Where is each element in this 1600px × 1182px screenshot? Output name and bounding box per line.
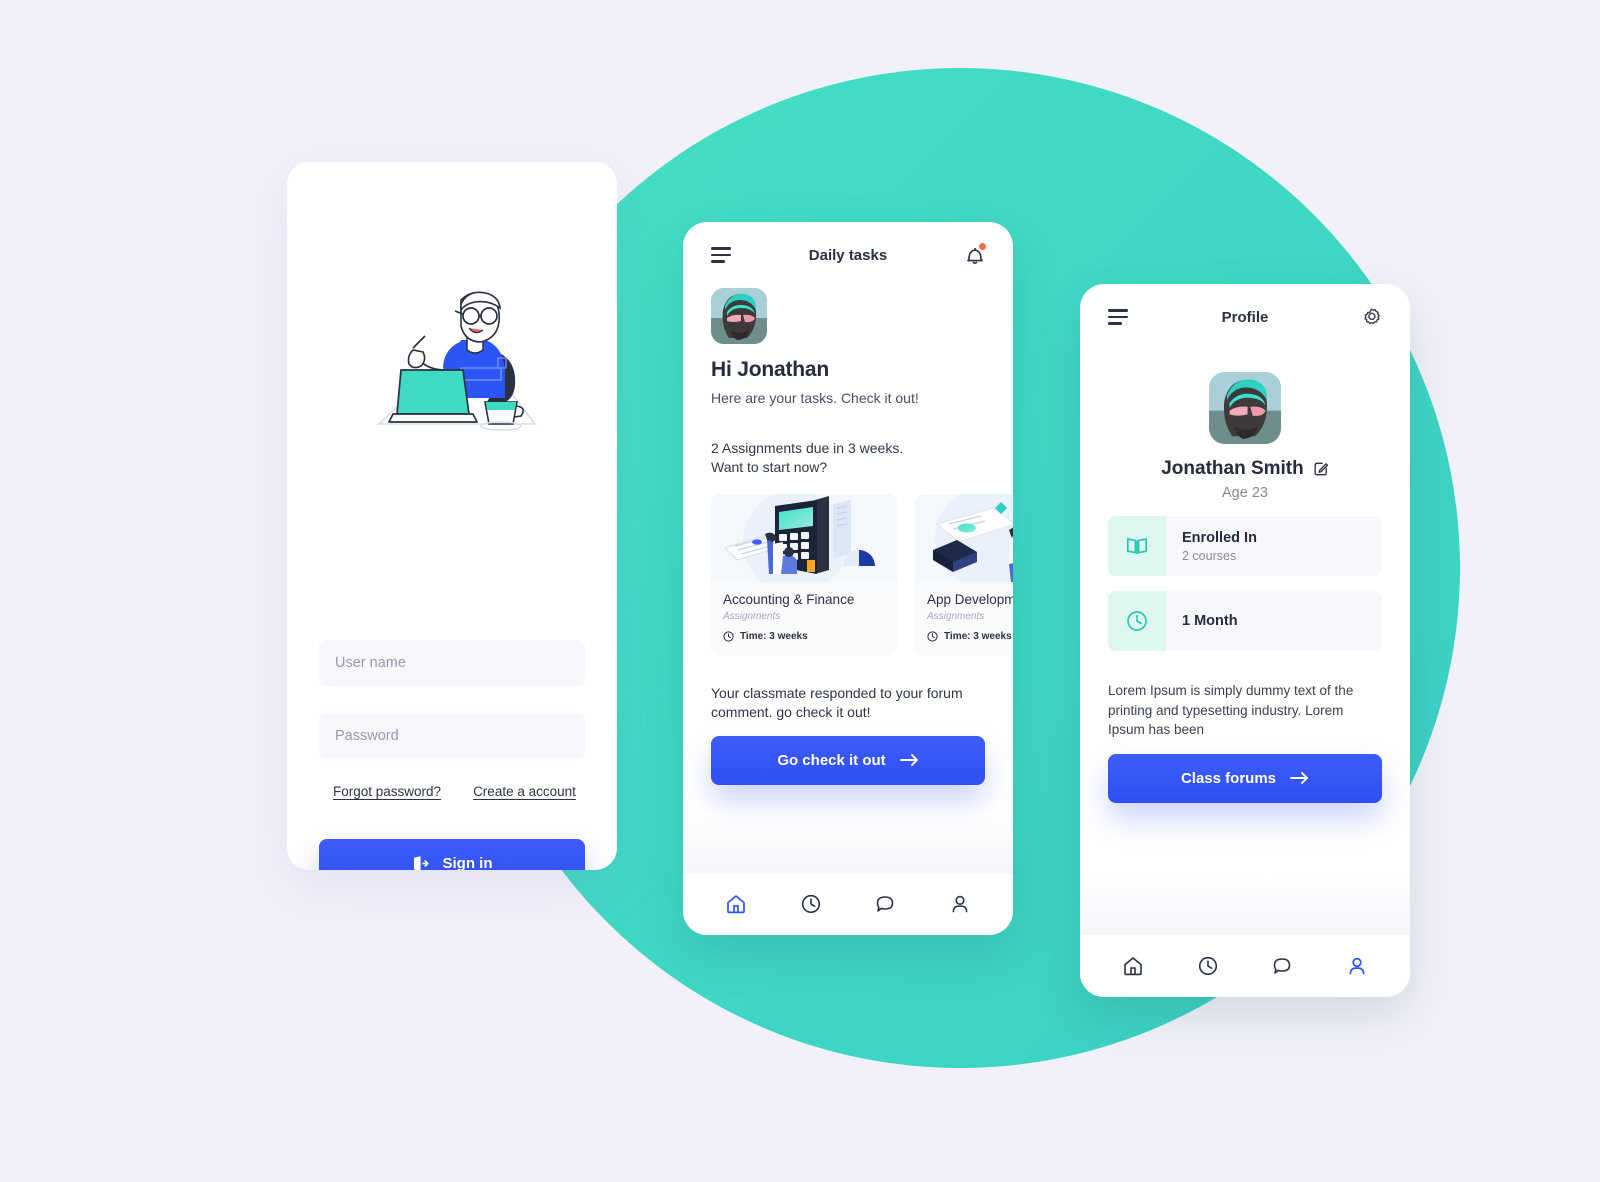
class-forums-label: Class forums [1180, 769, 1277, 787]
profile-name-row: Jonathan Smith [1161, 458, 1329, 480]
course-card[interactable]: App Developm Assignments Time: 3 weeks [915, 493, 1013, 656]
nav-chat[interactable] [874, 893, 896, 915]
clock-icon [927, 631, 938, 642]
stat-text: Enrolled In 2 courses [1166, 530, 1257, 563]
greeting-subtitle: Here are your tasks. Check it out! [711, 390, 919, 406]
profile-bio-line1: Lorem Ipsum is simply dummy text of the [1108, 683, 1354, 698]
bottom-navigation [683, 873, 1013, 935]
profile-body: Jonathan Smith Age 23 Enrolled In 2 cour… [1080, 372, 1410, 803]
signin-screen: Forgot password? Create a account Sign i… [287, 162, 617, 870]
go-check-it-out-button[interactable]: Go check it out [711, 735, 985, 785]
forum-note: Your classmate responded to your forum c… [711, 684, 985, 722]
gear-icon[interactable] [1361, 307, 1382, 328]
profile-header: Profile [1080, 284, 1410, 350]
course-time: Time: 3 weeks [927, 631, 1013, 642]
user-avatar[interactable] [711, 288, 767, 344]
canvas: Forgot password? Create a account Sign i… [0, 0, 1600, 1182]
profile-age: Age 23 [1222, 485, 1268, 501]
profile-bio-line2: printing and typesetting industry. Lorem [1108, 702, 1344, 718]
forgot-password-link[interactable]: Forgot password? [333, 784, 441, 799]
sign-in-button[interactable]: Sign in [319, 839, 585, 870]
nav-history[interactable] [1197, 955, 1219, 977]
notification-dot [979, 243, 986, 250]
nav-chat[interactable] [1271, 955, 1293, 977]
nav-home[interactable] [725, 893, 747, 915]
class-forums-button[interactable]: Class forums [1108, 753, 1382, 803]
tasks-header: Daily tasks [683, 222, 1013, 288]
forum-note-line2: comment. go check it out! [711, 703, 871, 720]
course-subtitle: Assignments [927, 610, 985, 622]
assignments-note: 2 Assignments due in 3 weeks. Want to st… [711, 439, 985, 477]
hamburger-menu-icon[interactable] [711, 247, 733, 263]
course-card[interactable]: Accounting & Finance Assignments Time: 3… [711, 493, 897, 656]
nav-history[interactable] [800, 893, 822, 915]
stat-title: 1 Month [1182, 613, 1238, 629]
assignments-note-line2: Want to start now? [711, 458, 828, 475]
password-input[interactable] [319, 713, 585, 759]
daily-tasks-screen: Daily tasks Hi Jonathan Here are your ta… [683, 222, 1013, 935]
go-check-it-out-label: Go check it out [777, 751, 886, 769]
profile-name: Jonathan Smith [1161, 458, 1304, 479]
profile-screen: Profile Jonathan Smith Age 23 Enrolled I… [1080, 284, 1410, 997]
stat-duration[interactable]: 1 Month [1108, 591, 1382, 651]
assignments-note-line1: 2 Assignments due in 3 weeks. [711, 440, 904, 456]
profile-identity: Jonathan Smith Age 23 [1108, 372, 1382, 501]
stat-text: 1 Month [1166, 613, 1238, 629]
auth-links: Forgot password? Create a account [319, 784, 585, 799]
edit-pencil-icon[interactable] [1313, 461, 1329, 477]
person-working-at-desk-illustration [357, 274, 547, 444]
course-subtitle: Assignments [723, 610, 781, 622]
stat-title: Enrolled In [1182, 529, 1257, 546]
accounting-calculator-illustration [711, 493, 897, 582]
clock-icon [723, 631, 734, 642]
profile-bio-line3: Ipsum has been [1108, 722, 1205, 738]
course-cards-rail[interactable]: Accounting & Finance Assignments Time: 3… [711, 493, 1013, 656]
course-time-label: Time: 3 weeks [740, 630, 808, 642]
sign-in-label: Sign in [442, 854, 493, 871]
username-input[interactable] [319, 640, 585, 686]
arrow-right-icon [1290, 771, 1309, 785]
course-title: Accounting & Finance [723, 591, 855, 607]
forum-note-line1: Your classmate responded to your forum [711, 684, 963, 701]
nav-profile[interactable] [1346, 955, 1368, 977]
scroll-fade [1080, 877, 1410, 935]
signin-form: Forgot password? Create a account Sign i… [319, 640, 585, 870]
nav-home[interactable] [1122, 955, 1144, 977]
arrow-right-icon [899, 753, 919, 767]
create-account-link[interactable]: Create a account [473, 784, 576, 799]
bottom-navigation [1080, 935, 1410, 997]
login-door-icon [412, 855, 429, 870]
profile-bio: Lorem Ipsum is simply dummy text of the … [1108, 681, 1382, 740]
course-time-label: Time: 3 weeks [944, 630, 1012, 642]
scroll-fade [683, 815, 1013, 873]
stat-enrolled[interactable]: Enrolled In 2 courses [1108, 516, 1382, 576]
tasks-intro: Hi Jonathan Here are your tasks. Check i… [683, 288, 1013, 477]
book-icon [1108, 516, 1166, 576]
forum-section: Your classmate responded to your forum c… [683, 684, 1013, 785]
hamburger-menu-icon[interactable] [1108, 309, 1130, 325]
course-card-body: App Developm Assignments Time: 3 weeks [915, 582, 1013, 656]
course-card-body: Accounting & Finance Assignments Time: 3… [711, 582, 897, 656]
app-development-illustration [915, 493, 1013, 582]
stat-subtitle: 2 courses [1182, 548, 1237, 563]
nav-profile[interactable] [949, 893, 971, 915]
course-title: App Developm [927, 591, 1013, 607]
user-avatar[interactable] [1209, 372, 1281, 444]
clock-icon [1108, 591, 1166, 651]
greeting-title: Hi Jonathan [711, 358, 829, 381]
notification-bell-icon[interactable] [965, 243, 986, 266]
course-time: Time: 3 weeks [723, 631, 885, 642]
